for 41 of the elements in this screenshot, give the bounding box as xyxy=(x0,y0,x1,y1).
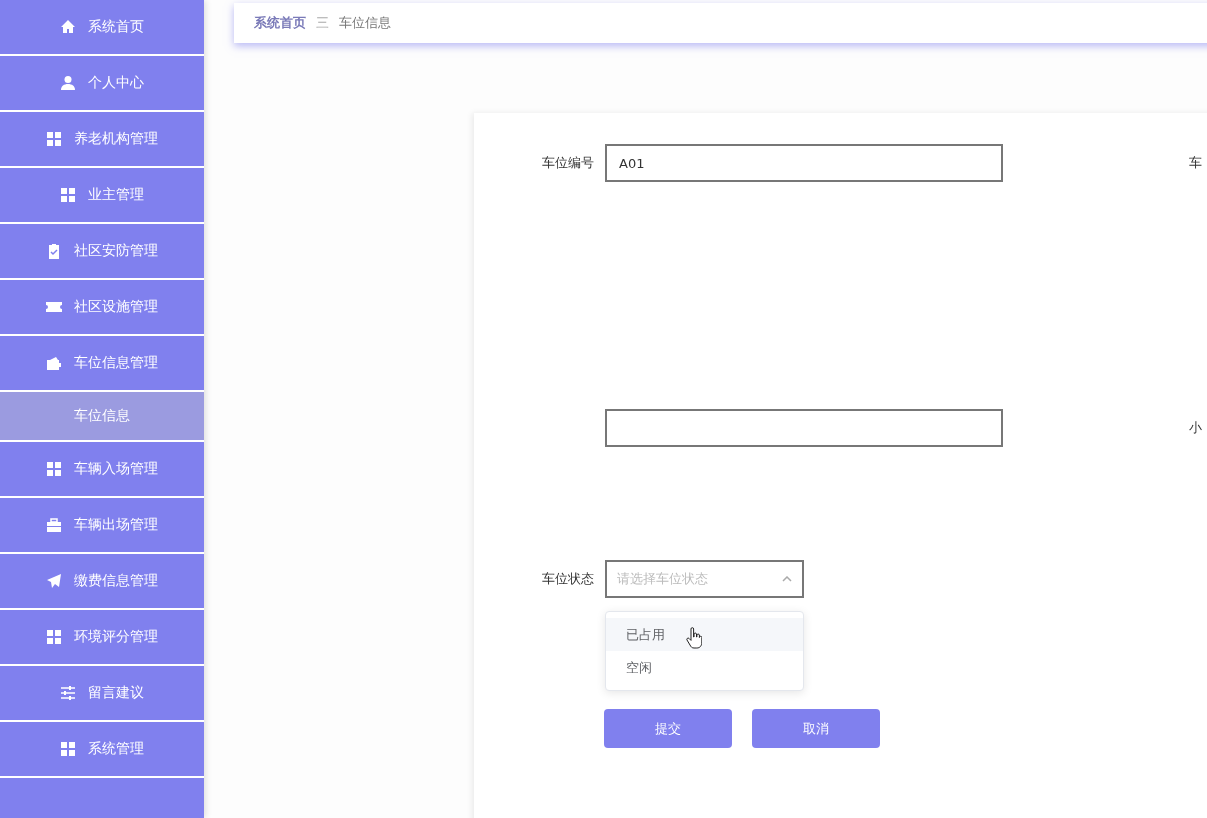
select-field[interactable]: 请选择车位状态 xyxy=(605,560,804,598)
sidebar-item[interactable]: 社区设施管理 xyxy=(0,280,204,336)
submit-button[interactable]: 提交 xyxy=(604,709,732,748)
grid-icon xyxy=(46,461,62,477)
sidebar-item[interactable]: 养老机构管理 xyxy=(0,112,204,168)
grid-icon xyxy=(46,629,62,645)
field-label: 车位状态 xyxy=(541,570,594,588)
briefcase-icon xyxy=(46,517,62,533)
dropdown-option[interactable]: 已占用 xyxy=(606,618,803,651)
sidebar-item[interactable]: 业主管理 xyxy=(0,168,204,224)
sidebar-item[interactable]: 留言建议 xyxy=(0,666,204,722)
grid-icon xyxy=(46,131,62,147)
paper-plane-icon xyxy=(46,573,62,589)
wallet-icon xyxy=(46,355,62,371)
sidebar-item[interactable]: 车辆入场管理 xyxy=(0,442,204,498)
hand-cursor-icon xyxy=(686,627,702,649)
input-field[interactable] xyxy=(605,409,1003,447)
sidebar-item[interactable]: 缴费信息管理 xyxy=(0,554,204,610)
sliders-icon xyxy=(60,685,76,701)
cancel-button[interactable]: 取消 xyxy=(752,709,880,748)
sidebar-item[interactable]: 系统首页 xyxy=(0,0,204,56)
ticket-icon xyxy=(46,299,62,315)
sidebar-item[interactable]: 车辆出场管理 xyxy=(0,498,204,554)
home-icon xyxy=(60,19,76,35)
input-field[interactable]: A01 xyxy=(605,144,1003,182)
grid-icon xyxy=(60,187,76,203)
dropdown-option[interactable]: 空闲 xyxy=(606,651,803,684)
sidebar-item[interactable]: 个人中心 xyxy=(0,56,204,112)
sidebar-item[interactable]: 系统管理 xyxy=(0,722,204,778)
sidebar-item[interactable]: 社区安防管理 xyxy=(0,224,204,280)
submenu-item[interactable]: 车位信息 xyxy=(0,392,204,442)
grid-icon xyxy=(60,741,76,757)
field-label: 车位编号 xyxy=(541,154,594,172)
user-icon xyxy=(60,75,76,91)
breadcrumb-separator: 三 xyxy=(316,14,329,32)
caret-icon xyxy=(782,576,792,582)
field-label: 小 xyxy=(1189,419,1202,437)
sidebar-item[interactable]: 环境评分管理 xyxy=(0,610,204,666)
field-label: 车 xyxy=(1189,154,1202,172)
clipboard-check-icon xyxy=(46,243,62,259)
breadcrumb-link[interactable]: 系统首页 xyxy=(254,14,306,32)
